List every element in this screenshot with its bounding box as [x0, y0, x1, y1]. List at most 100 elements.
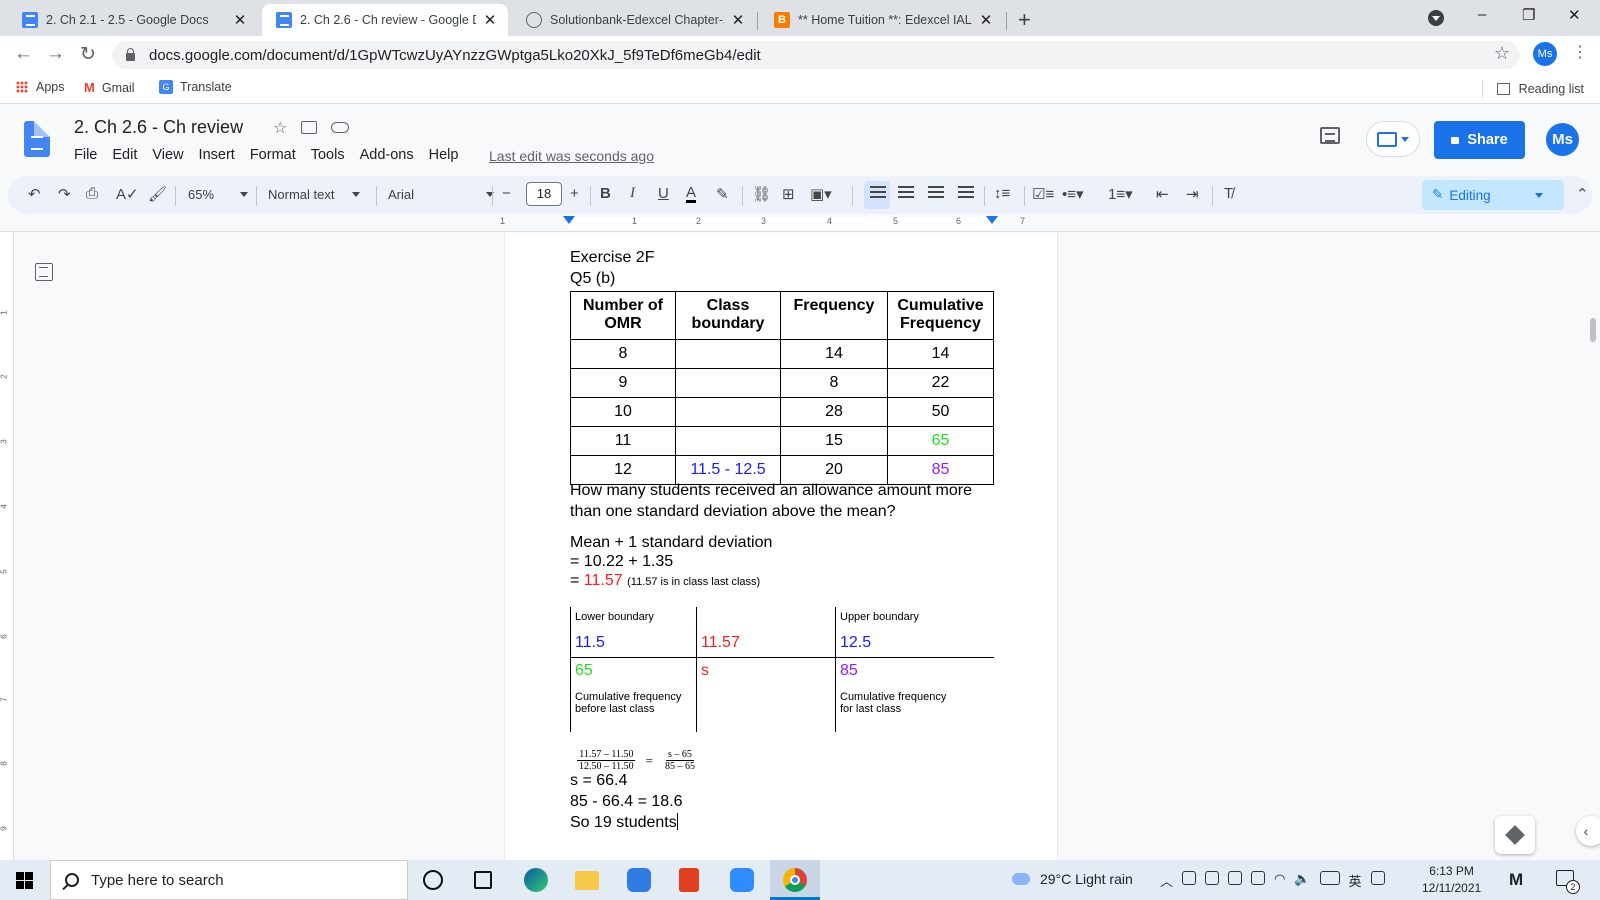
screen-sketch-icon[interactable] [627, 868, 651, 892]
spellcheck-icon[interactable]: A✓ [116, 185, 139, 203]
chevron-up-icon[interactable]: ︿ [1160, 871, 1173, 890]
vertical-scrollbar[interactable] [1590, 318, 1596, 342]
bookmark-gmail[interactable]: M Gmail [84, 80, 135, 95]
collapse-menus-icon[interactable]: ⌃ [1576, 185, 1589, 203]
bookmark-apps[interactable]: Apps [16, 80, 65, 94]
justify-icon[interactable] [958, 185, 974, 202]
menu-file[interactable]: File [74, 147, 97, 163]
left-indent-marker[interactable] [563, 216, 575, 224]
keyboard-icon[interactable] [1319, 871, 1340, 885]
bookmark-translate[interactable]: G Translate [159, 80, 232, 94]
underline-button[interactable]: U [658, 185, 669, 202]
system-clock[interactable]: 6:13 PM 12/11/2021 [1422, 863, 1481, 897]
align-right-icon[interactable] [928, 185, 944, 202]
menu-insert[interactable]: Insert [199, 147, 235, 163]
share-button[interactable]: Share [1434, 121, 1525, 159]
taskbar-search-input[interactable]: Type here to search [50, 860, 408, 900]
restore-icon[interactable]: ❐ [1522, 6, 1535, 24]
office-icon[interactable] [679, 868, 699, 892]
italic-button[interactable]: I [630, 185, 635, 202]
cloud-status-icon[interactable] [331, 122, 350, 133]
link-icon[interactable]: ⛓ [752, 185, 771, 203]
tray-app-icon[interactable] [1228, 871, 1243, 885]
volume-icon[interactable]: 🔈 [1294, 871, 1310, 890]
comment-history-icon[interactable] [1320, 127, 1340, 144]
wifi-icon[interactable]: ◠ [1274, 871, 1285, 890]
editing-mode-select[interactable]: ✎ Editing [1422, 180, 1564, 210]
task-view-icon[interactable] [474, 871, 492, 889]
new-tab-button[interactable]: + [1018, 7, 1031, 33]
minimize-icon[interactable]: – [1478, 6, 1486, 23]
document-title[interactable]: 2. Ch 2.6 - Ch review [74, 117, 243, 138]
paint-format-icon[interactable]: 🖌 [148, 185, 167, 203]
right-indent-marker[interactable] [986, 216, 998, 224]
add-comment-icon[interactable]: ⊞ [782, 185, 795, 203]
redo-icon[interactable]: ↷ [58, 185, 71, 203]
line-spacing-icon[interactable]: ↕≡ [994, 185, 1010, 202]
decrease-indent-icon[interactable]: ⇤ [1156, 185, 1169, 203]
zoom-select[interactable]: 65% [188, 180, 249, 208]
cortana-icon[interactable] [423, 870, 443, 890]
address-bar[interactable]: docs.google.com/document/d/1GpWTcwzUyAYn… [112, 41, 1520, 69]
checklist-icon[interactable]: ☑≡ [1032, 185, 1054, 203]
clear-formatting-icon[interactable]: T̸ [1224, 185, 1233, 202]
text-color-button[interactable]: A [686, 185, 697, 203]
reload-icon[interactable]: ↻ [80, 43, 96, 66]
window-close-icon[interactable]: ✕ [1568, 6, 1581, 24]
present-button[interactable] [1366, 121, 1420, 157]
bulleted-list-icon[interactable]: •≡▾ [1062, 185, 1084, 203]
explore-button[interactable] [1495, 816, 1535, 854]
back-icon[interactable]: ← [14, 43, 33, 65]
windows-start-icon[interactable] [16, 872, 33, 889]
docs-logo-icon[interactable] [24, 121, 50, 157]
edge-icon[interactable] [524, 868, 548, 892]
reading-list-button[interactable]: Reading list [1481, 80, 1584, 98]
menu-tools[interactable]: Tools [311, 147, 345, 163]
weather-widget[interactable]: 29°C Light rain [1012, 871, 1133, 887]
last-edit-link[interactable]: Last edit was seconds ago [489, 148, 654, 164]
tab-close-icon[interactable]: ✕ [482, 11, 498, 29]
zoom-icon[interactable] [730, 868, 754, 892]
highlight-icon[interactable]: ✎ [716, 185, 729, 203]
tab-search-icon[interactable] [1428, 10, 1444, 26]
menu-view[interactable]: View [152, 147, 183, 163]
ime-indicator[interactable]: 英 [1349, 871, 1362, 890]
tab-close-icon[interactable]: ✕ [730, 11, 746, 29]
numbered-list-icon[interactable]: 1≡▾ [1108, 185, 1133, 203]
tab-home-tuition[interactable]: B ** Home Tuition **: Edexcel IAL S ✕ [760, 4, 1004, 36]
decrease-font-size-icon[interactable]: − [502, 185, 511, 202]
insert-image-icon[interactable]: ▣▾ [810, 185, 832, 203]
undo-icon[interactable]: ↶ [28, 185, 41, 203]
font-select[interactable]: Arial [388, 180, 495, 208]
menu-edit[interactable]: Edit [112, 147, 137, 163]
menu-help[interactable]: Help [429, 147, 459, 163]
account-avatar[interactable]: Ms [1546, 123, 1579, 156]
file-explorer-icon[interactable] [575, 871, 599, 890]
tab-close-icon[interactable]: ✕ [232, 11, 248, 29]
tab-ch21[interactable]: 2. Ch 2.1 - 2.5 - Google Docs ✕ [8, 4, 258, 36]
star-icon[interactable]: ☆ [273, 118, 287, 138]
move-folder-icon[interactable] [301, 121, 318, 134]
document-outline-icon[interactable] [35, 263, 53, 281]
browser-menu-icon[interactable]: ⋮ [1572, 42, 1588, 62]
align-left-icon[interactable] [870, 185, 886, 202]
mi-icon[interactable]: M [1509, 870, 1523, 890]
tab-ch26[interactable]: 2. Ch 2.6 - Ch review - Google Docs ✕ [262, 4, 508, 36]
bold-button[interactable]: B [600, 185, 611, 202]
profile-avatar[interactable]: Ms [1533, 42, 1557, 66]
font-size-input[interactable]: 18 [526, 182, 562, 206]
ime-mode-icon[interactable] [1370, 871, 1385, 885]
tray-app-icon[interactable] [1182, 871, 1197, 885]
menu-format[interactable]: Format [250, 147, 296, 163]
tab-solutionbank[interactable]: Solutionbank-Edexcel Chapter-2 ✕ [512, 4, 756, 36]
align-center-icon[interactable] [898, 185, 914, 202]
forward-icon[interactable]: → [46, 43, 65, 65]
bookmark-star-icon[interactable]: ☆ [1494, 43, 1510, 64]
increase-font-size-icon[interactable]: + [570, 185, 579, 202]
document-page[interactable]: Exercise 2F Q5 (b) Number of OMR Class bou… [504, 233, 1058, 860]
tray-app-icon[interactable] [1205, 871, 1220, 885]
menu-addons[interactable]: Add-ons [360, 147, 414, 163]
battery-icon[interactable] [1251, 871, 1266, 885]
print-icon[interactable]: ⎙ [86, 185, 98, 202]
side-panel-toggle[interactable]: ‹ [1576, 816, 1600, 846]
